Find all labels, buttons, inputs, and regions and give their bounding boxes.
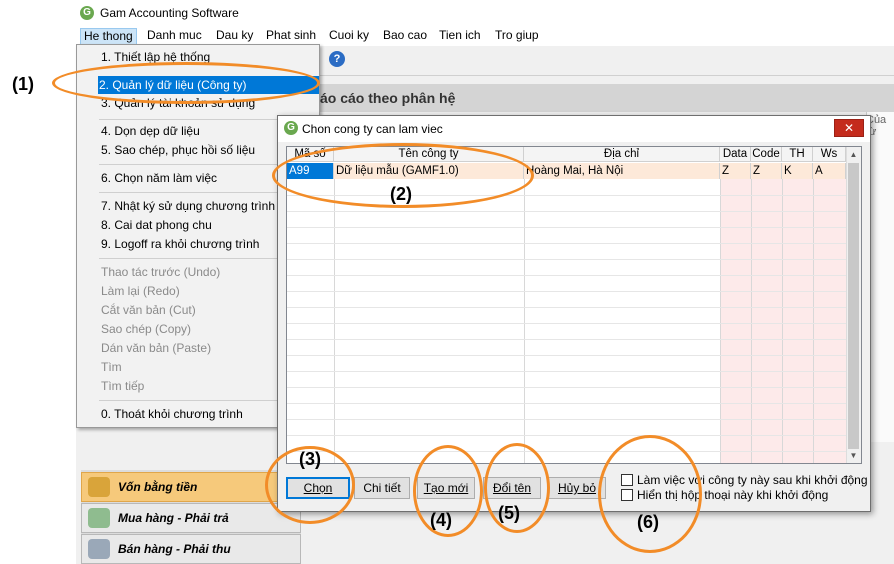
annotation-ellipse-6 bbox=[598, 435, 702, 553]
grid-line bbox=[287, 259, 847, 260]
column-header-data[interactable]: Data bbox=[720, 147, 751, 162]
grid-line bbox=[287, 355, 847, 356]
table-cell-code[interactable]: Z bbox=[751, 163, 782, 179]
sidebar-item-ban-hang[interactable]: Bán hàng - Phải thu bbox=[81, 534, 301, 564]
grid-line bbox=[334, 179, 335, 463]
table-cell-ws[interactable]: A bbox=[813, 163, 846, 179]
sidebar-item-label: Mua hàng - Phải trả bbox=[118, 511, 229, 525]
annotation-label-6: (6) bbox=[637, 512, 659, 532]
grid-line bbox=[287, 403, 847, 404]
menu-danh-muc[interactable]: Danh muc bbox=[144, 28, 205, 45]
annotation-label-2: (2) bbox=[390, 184, 412, 204]
grid-line bbox=[287, 275, 847, 276]
menu-cuoi-ky[interactable]: Cuoi ky bbox=[326, 28, 372, 45]
table-cell-dia-chi[interactable]: Hoàng Mai, Hà Nội bbox=[524, 163, 720, 179]
grid-line bbox=[287, 451, 847, 452]
annotation-label-1: (1) bbox=[12, 74, 34, 94]
sidebar-item-label: Bán hàng - Phải thu bbox=[118, 542, 231, 556]
menu-bao-cao[interactable]: Bao cao bbox=[380, 28, 430, 45]
grid-line bbox=[287, 371, 847, 372]
grid-line bbox=[287, 435, 847, 436]
annotation-label-3: (3) bbox=[299, 449, 321, 469]
grid-line bbox=[782, 179, 783, 463]
grid-pink-columns bbox=[720, 179, 846, 463]
menu-tien-ich[interactable]: Tien ich bbox=[436, 28, 484, 45]
close-button[interactable]: ✕ bbox=[834, 119, 864, 137]
app-title: Gam Accounting Software bbox=[100, 6, 239, 20]
sidebar-item-label: Vốn bằng tiền bbox=[118, 480, 198, 494]
menu-dau-ky[interactable]: Dau ky bbox=[213, 28, 256, 45]
table-cell-th[interactable]: K bbox=[782, 163, 813, 179]
help-icon[interactable]: ? bbox=[329, 51, 345, 67]
annotation-ellipse-1 bbox=[52, 62, 320, 104]
grid-line bbox=[720, 179, 721, 463]
grid-line bbox=[287, 307, 847, 308]
app-logo-icon: G bbox=[80, 6, 94, 20]
detail-button[interactable]: Chi tiết bbox=[354, 477, 410, 499]
annotation-label-5: (5) bbox=[498, 503, 520, 523]
grid-line bbox=[287, 419, 847, 420]
column-header-th[interactable]: TH bbox=[782, 147, 813, 162]
menu-he-thong[interactable]: He thong bbox=[80, 28, 137, 45]
sidebar-item-mua-hang[interactable]: Mua hàng - Phải trả bbox=[81, 503, 301, 533]
report-title: áo cáo theo phân hệ bbox=[320, 90, 456, 106]
grid-line bbox=[287, 387, 847, 388]
scroll-up-icon[interactable]: ▲ bbox=[846, 148, 861, 162]
toolbar bbox=[320, 46, 894, 76]
scroll-down-icon[interactable]: ▼ bbox=[846, 449, 861, 463]
menu-tro-giup[interactable]: Tro giup bbox=[492, 28, 542, 45]
grid-line bbox=[287, 243, 847, 244]
table-cell-data[interactable]: Z bbox=[720, 163, 751, 179]
dialog-app-icon: G bbox=[284, 121, 298, 135]
column-header-dia-chi[interactable]: Địa chỉ bbox=[524, 147, 720, 162]
grid-line bbox=[524, 179, 525, 463]
column-header-code[interactable]: Code bbox=[751, 147, 782, 162]
grid-line bbox=[287, 291, 847, 292]
coins-icon bbox=[88, 477, 110, 497]
grid-line bbox=[751, 179, 752, 463]
sales-icon bbox=[88, 539, 110, 559]
scrollbar-thumb[interactable] bbox=[848, 163, 859, 449]
menubar: He thong Danh muc Dau ky Phat sinh Cuoi … bbox=[76, 26, 894, 46]
purchase-icon bbox=[88, 508, 110, 528]
dialog-title: Chon cong ty can lam viec bbox=[302, 122, 443, 136]
grid-line bbox=[287, 323, 847, 324]
grid-line bbox=[287, 339, 847, 340]
grid-line bbox=[813, 179, 814, 463]
annotation-label-4: (4) bbox=[430, 510, 452, 530]
grid-line bbox=[287, 211, 847, 212]
grid-line bbox=[287, 227, 847, 228]
menu-phat-sinh[interactable]: Phat sinh bbox=[263, 28, 319, 45]
column-header-ws[interactable]: Ws bbox=[813, 147, 846, 162]
